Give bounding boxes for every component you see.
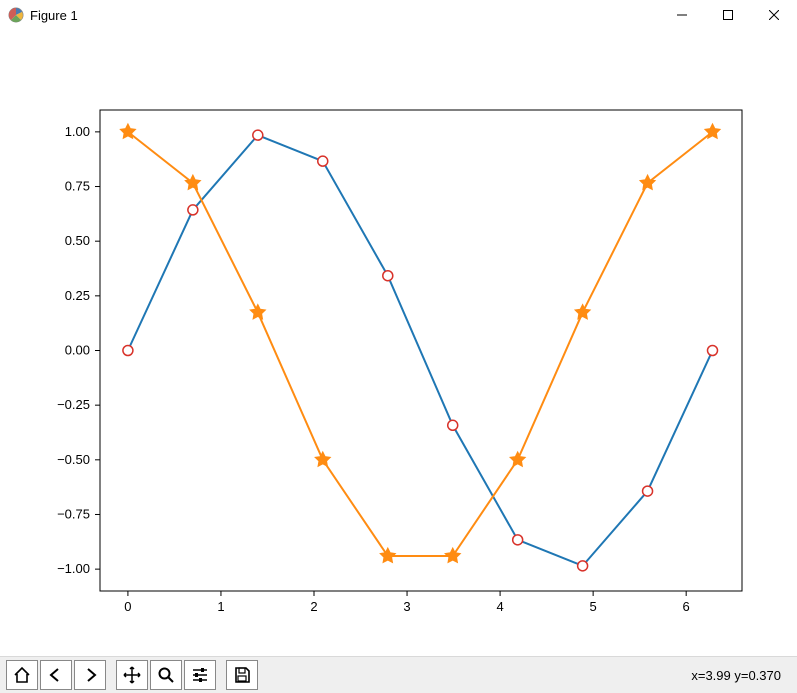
xtick-label: 3 <box>403 599 410 614</box>
marker-sin <box>643 486 653 496</box>
minimize-button[interactable] <box>659 0 705 30</box>
series-sin <box>128 135 713 566</box>
marker-sin <box>513 535 523 545</box>
marker-sin <box>708 346 718 356</box>
back-button[interactable] <box>40 660 72 690</box>
ytick-label: 0.00 <box>65 343 90 358</box>
configure-button[interactable] <box>184 660 216 690</box>
xtick-label: 2 <box>310 599 317 614</box>
marker-cos <box>510 452 525 466</box>
ytick-label: −0.50 <box>57 452 90 467</box>
xtick-label: 0 <box>124 599 131 614</box>
titlebar: Figure 1 <box>0 0 797 30</box>
cursor-coords: x=3.99 y=0.370 <box>691 668 791 683</box>
marker-cos <box>185 175 200 189</box>
marker-cos <box>250 304 265 318</box>
ytick-label: −0.25 <box>57 397 90 412</box>
home-button[interactable] <box>6 660 38 690</box>
ytick-label: 0.25 <box>65 288 90 303</box>
marker-cos <box>575 304 590 318</box>
ytick-label: 0.75 <box>65 179 90 194</box>
marker-sin <box>123 346 133 356</box>
ytick-label: −1.00 <box>57 561 90 576</box>
figure-window: { "window": { "title": "Figure 1" }, "to… <box>0 0 797 693</box>
marker-sin <box>318 156 328 166</box>
save-button[interactable] <box>226 660 258 690</box>
marker-sin <box>253 130 263 140</box>
zoom-button[interactable] <box>150 660 182 690</box>
marker-cos <box>640 175 655 189</box>
series-cos <box>128 132 713 556</box>
marker-cos <box>315 452 330 466</box>
marker-sin <box>383 271 393 281</box>
ytick-label: 0.50 <box>65 233 90 248</box>
marker-cos <box>445 548 460 562</box>
plot-svg: 0 1 2 3 4 5 6 −1.00 −0.75 −0.50 −0.25 0.00 0.25 0.50 0… <box>0 30 797 656</box>
forward-button[interactable] <box>74 660 106 690</box>
xtick-label: 6 <box>683 599 690 614</box>
ytick-label: −0.75 <box>57 506 90 521</box>
marker-cos <box>380 548 395 562</box>
xtick-label: 4 <box>496 599 503 614</box>
marker-sin <box>448 420 458 430</box>
window-title: Figure 1 <box>30 8 78 23</box>
pan-button[interactable] <box>116 660 148 690</box>
marker-sin <box>578 561 588 571</box>
xtick-label: 5 <box>590 599 597 614</box>
close-button[interactable] <box>751 0 797 30</box>
plot-canvas[interactable]: 0 1 2 3 4 5 6 −1.00 −0.75 −0.50 −0.25 0.00 0.25 0.50 0… <box>0 30 797 656</box>
maximize-button[interactable] <box>705 0 751 30</box>
nav-toolbar: x=3.99 y=0.370 <box>0 656 797 693</box>
xtick-label: 1 <box>217 599 224 614</box>
matplotlib-icon <box>8 7 24 23</box>
ytick-label: 1.00 <box>65 124 90 139</box>
marker-sin <box>188 205 198 215</box>
